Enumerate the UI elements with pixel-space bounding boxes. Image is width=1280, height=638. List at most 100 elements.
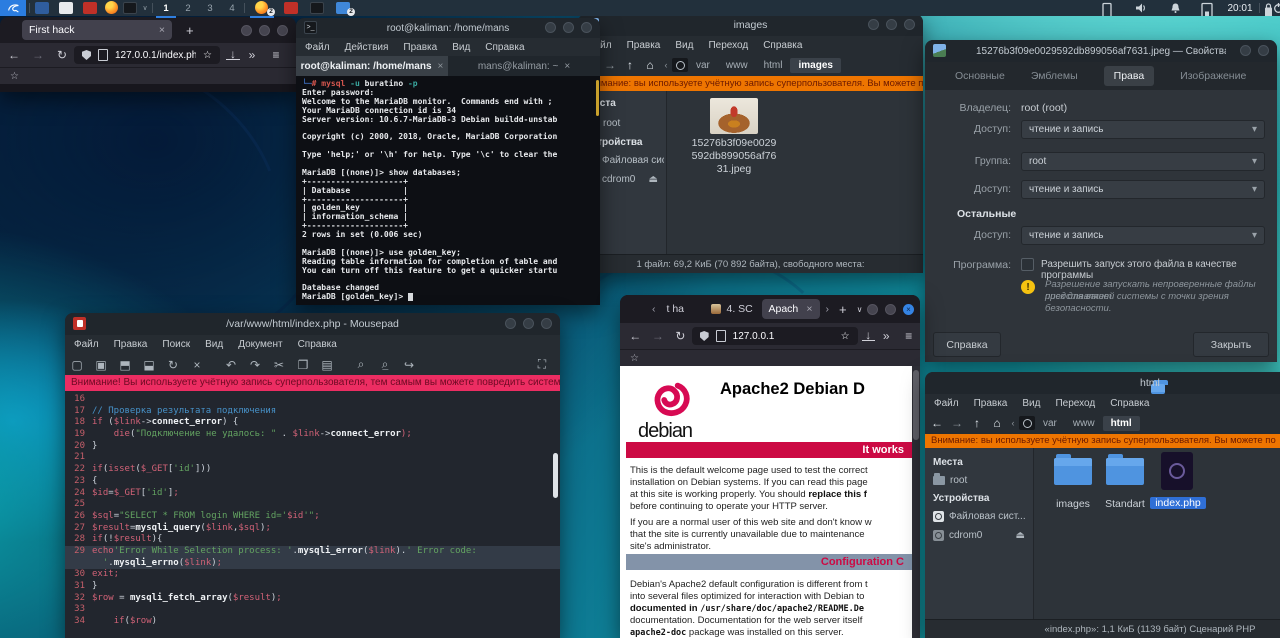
tray-clipboard-icon[interactable] <box>1100 0 1114 16</box>
close-file-icon[interactable]: × <box>185 358 209 372</box>
reload-button[interactable]: ↻ <box>669 329 692 343</box>
up-button[interactable]: ↑ <box>967 416 987 430</box>
sidebar-item-root[interactable]: root <box>933 472 1031 488</box>
url-bar[interactable]: 127.0.0.1 ☆ <box>692 327 858 345</box>
menu-view[interactable]: Вид <box>205 339 223 350</box>
titlebar[interactable]: 15276b3f09e0029592db899056af7631.jpeg — … <box>925 40 1277 62</box>
breadcrumb-html[interactable]: html <box>1103 416 1140 431</box>
tab-first-hack[interactable]: First hack × <box>22 20 172 40</box>
breadcrumb-www[interactable]: www <box>1065 416 1103 431</box>
workspace-1[interactable]: 1 <box>156 0 176 18</box>
sidebar-item-filesystem[interactable]: Файловая сист... <box>933 508 1031 524</box>
url-text[interactable]: 127.0.0.1 <box>733 331 834 342</box>
workspace-2[interactable]: 2 <box>178 0 198 16</box>
back-button[interactable]: ← <box>927 416 947 430</box>
terminal-tab-root[interactable]: root@kaliman: /home/mans × <box>296 56 448 76</box>
sidebar-item-cdrom[interactable]: cdrom0⏏ <box>933 527 1031 543</box>
redo-icon[interactable]: ↷ <box>243 358 267 372</box>
close-button[interactable] <box>1258 45 1269 56</box>
minimize-button[interactable] <box>505 318 516 329</box>
app-menu-button[interactable]: ≡ <box>264 48 288 62</box>
overflow-menu-button[interactable]: » <box>875 329 898 343</box>
close-button[interactable] <box>541 318 552 329</box>
breadcrumb-var[interactable]: var <box>1035 416 1065 431</box>
titlebar[interactable]: html <box>925 372 1280 394</box>
up-button[interactable]: ↑ <box>620 58 640 72</box>
file-list-area[interactable]: images Standart index.php <box>1034 448 1280 620</box>
tray-power-icon[interactable] <box>1272 0 1280 16</box>
minimize-button[interactable] <box>1240 45 1251 56</box>
copy-icon[interactable]: ❐ <box>291 358 315 372</box>
path-scroll-left-icon[interactable]: ‹ <box>1007 418 1019 428</box>
menu-search[interactable]: Поиск <box>162 339 190 350</box>
page-scrollbar[interactable] <box>912 366 920 638</box>
import-bookmarks-icon[interactable]: ☆ <box>10 71 19 82</box>
media-root-icon[interactable] <box>1019 416 1035 430</box>
home-button[interactable]: ⌂ <box>640 58 660 72</box>
cut-icon[interactable]: ✂ <box>267 358 291 372</box>
downloads-button[interactable]: ↓ <box>862 331 875 341</box>
breadcrumb-www[interactable]: www <box>718 58 756 73</box>
editor-scrollbar[interactable] <box>553 453 558 498</box>
menu-edit[interactable]: Правка <box>974 398 1008 409</box>
home-button[interactable]: ⌂ <box>987 416 1007 430</box>
path-scroll-left-icon[interactable]: ‹ <box>660 60 672 70</box>
media-root-icon[interactable] <box>672 58 688 72</box>
tab-permissions[interactable]: Права <box>1104 66 1155 86</box>
reload-icon[interactable]: ↻ <box>161 358 185 372</box>
tray-volume-icon[interactable] <box>1134 0 1148 16</box>
owner-access-select[interactable]: чтение и запись ▾ <box>1021 120 1265 139</box>
page-info-icon[interactable] <box>716 330 726 342</box>
launcher-terminal-icon[interactable] <box>123 2 137 14</box>
menu-view[interactable]: Вид <box>452 42 470 53</box>
terminal-output[interactable]: └─# mysql -u buratino -pEnter password: … <box>296 76 600 305</box>
tab-close-icon[interactable]: × <box>564 61 570 72</box>
menu-actions[interactable]: Действия <box>345 42 389 53</box>
launcher-editor-icon[interactable] <box>59 2 73 14</box>
menu-go[interactable]: Переход <box>1055 398 1095 409</box>
close-button[interactable] <box>581 22 592 33</box>
tracking-shield-icon[interactable] <box>700 331 709 341</box>
new-tab-button[interactable]: + <box>839 302 847 317</box>
others-access-select[interactable]: чтение и запись ▾ <box>1021 226 1265 245</box>
close-dialog-button[interactable]: Закрыть <box>1193 332 1269 357</box>
url-text[interactable]: 127.0.0.1/index.ph <box>115 50 196 61</box>
panel-clock[interactable]: 20:01 <box>1222 0 1258 16</box>
url-bar[interactable]: 127.0.0.1/index.ph ☆ <box>74 46 220 64</box>
launcher-firefox-icon[interactable] <box>105 1 118 14</box>
menu-help[interactable]: Справка <box>485 42 524 53</box>
tab-close-icon[interactable]: × <box>806 303 812 315</box>
close-button[interactable]: × <box>903 304 914 315</box>
back-button[interactable]: ← <box>2 48 26 62</box>
menu-document[interactable]: Документ <box>238 339 282 350</box>
tab-close-icon[interactable]: × <box>159 24 165 36</box>
page-info-icon[interactable] <box>98 49 108 61</box>
bookmark-star-icon[interactable]: ☆ <box>841 331 850 342</box>
fullscreen-icon[interactable]: ⛶ <box>530 357 554 372</box>
file-index-php-label[interactable]: index.php <box>1150 497 1206 509</box>
terminal-scrollbar[interactable] <box>596 80 599 116</box>
tracking-shield-icon[interactable] <box>82 50 91 60</box>
tab-sql-lesson[interactable]: 4. SC <box>704 299 762 319</box>
back-button[interactable]: ← <box>624 329 647 343</box>
tray-notifications-icon[interactable] <box>1168 0 1182 16</box>
menu-view[interactable]: Вид <box>675 40 693 51</box>
close-button[interactable] <box>904 19 915 30</box>
maximize-button[interactable] <box>259 25 270 36</box>
menu-view[interactable]: Вид <box>1022 398 1040 409</box>
open-file-icon[interactable]: ▣ <box>89 358 113 372</box>
kali-menu-button[interactable] <box>0 0 26 16</box>
tab-emblems[interactable]: Эмблемы <box>1031 70 1078 82</box>
tab-basic[interactable]: Основные <box>955 70 1005 82</box>
menu-file[interactable]: Файл <box>934 398 959 409</box>
bookmark-star-icon[interactable]: ☆ <box>203 50 212 61</box>
help-button[interactable]: Справка <box>933 332 1001 357</box>
menu-file[interactable]: Файл <box>74 339 99 350</box>
code-editor[interactable]: 1617// Проверка результата подключения18… <box>65 391 560 638</box>
find-icon[interactable]: ⌕ <box>349 357 373 372</box>
tab-partial[interactable]: t ha <box>660 299 704 319</box>
group-access-select[interactable]: чтение и запись ▾ <box>1021 180 1265 199</box>
menu-help[interactable]: Справка <box>1110 398 1149 409</box>
folder-images-icon[interactable] <box>1054 458 1092 485</box>
taskbar-mousepad-button[interactable] <box>278 0 302 16</box>
